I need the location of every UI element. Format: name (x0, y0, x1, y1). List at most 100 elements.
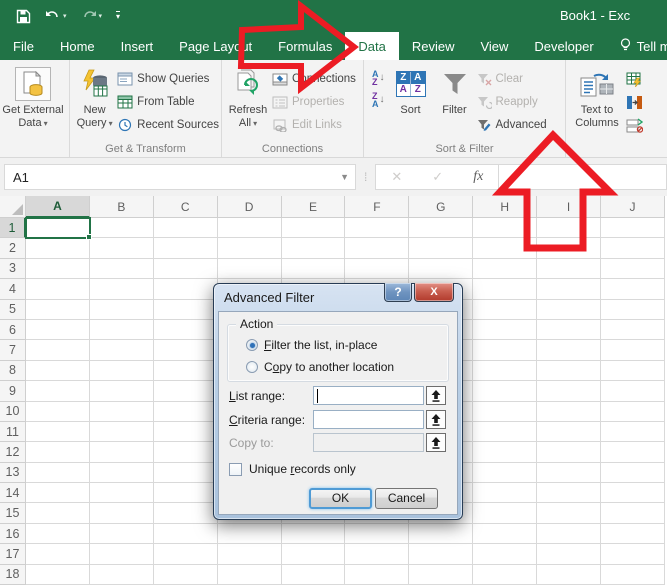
cell-I9[interactable] (537, 381, 601, 401)
cell-B9[interactable] (90, 381, 154, 401)
cell-H7[interactable] (473, 340, 537, 360)
row-header-5[interactable]: 5 (0, 300, 26, 320)
row-header-3[interactable]: 3 (0, 259, 26, 279)
cell-H3[interactable] (473, 259, 537, 279)
connections-item[interactable]: Connections (272, 69, 356, 89)
cell-B18[interactable] (90, 565, 154, 585)
cell-C15[interactable] (154, 503, 218, 523)
cell-I5[interactable] (537, 300, 601, 320)
cell-C6[interactable] (154, 320, 218, 340)
cell-J18[interactable] (601, 565, 665, 585)
select-all-corner[interactable] (0, 196, 26, 218)
cell-H5[interactable] (473, 300, 537, 320)
cell-J6[interactable] (601, 320, 665, 340)
customize-qat-icon[interactable]: ▾ (116, 11, 120, 21)
data-validation-button[interactable] (626, 115, 643, 135)
cell-A3[interactable] (26, 259, 90, 279)
refresh-all-button[interactable]: Refresh All▾ (224, 64, 272, 130)
cell-G16[interactable] (409, 524, 473, 544)
row-header-18[interactable]: 18 (0, 565, 26, 585)
cell-C17[interactable] (154, 544, 218, 564)
cell-J11[interactable] (601, 422, 665, 442)
undo-dropdown-icon[interactable]: ▾ (63, 12, 67, 20)
cell-H14[interactable] (473, 483, 537, 503)
redo-dropdown-icon[interactable]: ▾ (99, 12, 103, 20)
cell-D16[interactable] (218, 524, 282, 544)
tab-insert[interactable]: Insert (108, 32, 167, 60)
tab-formulas[interactable]: Formulas (265, 32, 345, 60)
row-header-9[interactable]: 9 (0, 381, 26, 401)
cell-J1[interactable] (601, 218, 665, 238)
cell-J9[interactable] (601, 381, 665, 401)
from-table-item[interactable]: From Table (117, 92, 219, 112)
column-header-G[interactable]: G (409, 196, 473, 218)
sort-button[interactable]: ZA AZ Sort (389, 64, 433, 117)
cell-F18[interactable] (345, 565, 409, 585)
cell-B14[interactable] (90, 483, 154, 503)
cell-B5[interactable] (90, 300, 154, 320)
cell-B3[interactable] (90, 259, 154, 279)
cell-I16[interactable] (537, 524, 601, 544)
cell-J8[interactable] (601, 361, 665, 381)
cell-A14[interactable] (26, 483, 90, 503)
cell-C11[interactable] (154, 422, 218, 442)
sort-descending-button[interactable]: ZA ↓ (372, 92, 385, 108)
cell-C8[interactable] (154, 361, 218, 381)
row-header-8[interactable]: 8 (0, 361, 26, 381)
cell-A10[interactable] (26, 402, 90, 422)
cell-I1[interactable] (537, 218, 601, 238)
cell-C4[interactable] (154, 279, 218, 299)
cell-J17[interactable] (601, 544, 665, 564)
advanced-filter-item[interactable]: Advanced (477, 115, 547, 135)
cell-I12[interactable] (537, 442, 601, 462)
cell-F17[interactable] (345, 544, 409, 564)
cell-F2[interactable] (345, 238, 409, 258)
row-header-7[interactable]: 7 (0, 340, 26, 360)
cell-A17[interactable] (26, 544, 90, 564)
ok-button[interactable]: OK (309, 488, 372, 509)
cell-A11[interactable] (26, 422, 90, 442)
text-to-columns-button[interactable]: Text to Columns (568, 64, 626, 130)
row-header-15[interactable]: 15 (0, 503, 26, 523)
cell-D1[interactable] (218, 218, 282, 238)
cell-H4[interactable] (473, 279, 537, 299)
radio-filter-in-place[interactable]: Filter the list, in-place (246, 338, 377, 352)
cell-C7[interactable] (154, 340, 218, 360)
copy-to-collapse-button[interactable] (426, 433, 446, 452)
cell-H13[interactable] (473, 463, 537, 483)
column-header-B[interactable]: B (90, 196, 154, 218)
cell-B7[interactable] (90, 340, 154, 360)
cell-B16[interactable] (90, 524, 154, 544)
cell-I10[interactable] (537, 402, 601, 422)
cell-B13[interactable] (90, 463, 154, 483)
tab-tell-me[interactable]: Tell m (607, 32, 667, 60)
cell-C9[interactable] (154, 381, 218, 401)
cell-A12[interactable] (26, 442, 90, 462)
cell-C13[interactable] (154, 463, 218, 483)
cell-G18[interactable] (409, 565, 473, 585)
column-header-H[interactable]: H (473, 196, 537, 218)
cell-G2[interactable] (409, 238, 473, 258)
row-header-12[interactable]: 12 (0, 442, 26, 462)
flash-fill-button[interactable] (626, 69, 643, 89)
cell-J15[interactable] (601, 503, 665, 523)
cell-B15[interactable] (90, 503, 154, 523)
column-header-I[interactable]: I (537, 196, 601, 218)
row-header-16[interactable]: 16 (0, 524, 26, 544)
cell-A1[interactable] (26, 218, 90, 238)
cell-C10[interactable] (154, 402, 218, 422)
tab-file[interactable]: File (0, 32, 47, 60)
get-external-data-button[interactable]: Get External Data▾ (2, 64, 64, 130)
cell-H10[interactable] (473, 402, 537, 422)
fill-handle[interactable] (86, 234, 92, 240)
unique-records-checkbox-row[interactable]: Unique records only (229, 462, 356, 476)
tab-developer[interactable]: Developer (521, 32, 606, 60)
row-header-14[interactable]: 14 (0, 483, 26, 503)
cell-C12[interactable] (154, 442, 218, 462)
cell-A15[interactable] (26, 503, 90, 523)
radio-button-icon[interactable] (246, 361, 258, 373)
cell-D3[interactable] (218, 259, 282, 279)
cell-A6[interactable] (26, 320, 90, 340)
name-box-dropdown-icon[interactable]: ▼ (340, 172, 349, 182)
cell-B4[interactable] (90, 279, 154, 299)
